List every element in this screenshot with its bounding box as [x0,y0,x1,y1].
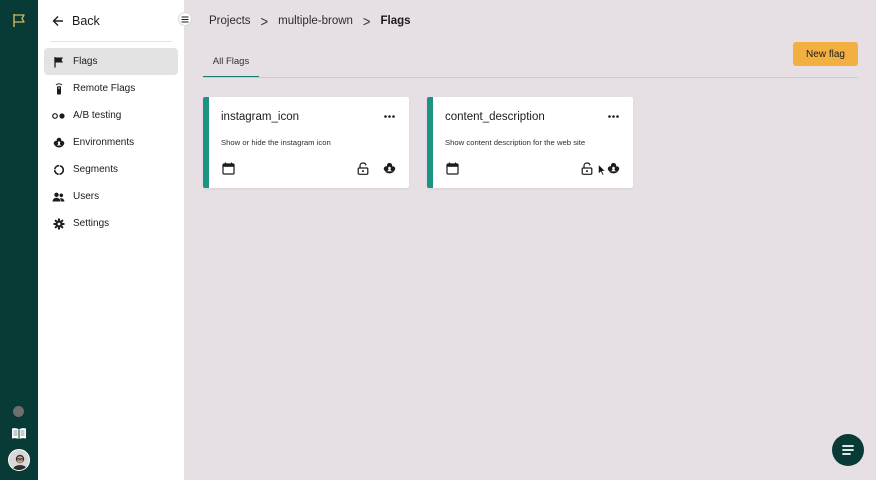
segments-icon [52,163,65,176]
back-button[interactable]: Back [52,12,100,30]
flag-outline-icon[interactable] [11,12,27,28]
breadcrumb: Projects > multiple-brown > Flags [209,12,411,30]
flag-name: instagram_icon [221,111,299,123]
flag-card[interactable]: instagram_icon Show or hide the instagra… [203,97,409,188]
more-options-icon[interactable] [382,109,396,123]
sidebar-item-environments[interactable]: Environments [44,129,178,156]
sidebar-item-label: Settings [73,218,110,229]
sidebar-item-label: Flags [73,56,98,67]
environments-icon[interactable] [383,162,396,175]
book-icon[interactable] [11,427,27,440]
calendar-icon[interactable] [222,162,235,175]
status-dot [13,406,24,417]
lock-open-icon[interactable] [357,162,369,175]
flag-icon [52,55,65,68]
mouse-cursor-icon [598,164,606,176]
sidebar-item-segments[interactable]: Segments [44,156,178,183]
sidebar-item-ab-testing[interactable]: A/B testing [44,102,178,129]
breadcrumb-separator: > [260,12,269,30]
sidebar-item-label: Environments [73,137,135,148]
main-content: Projects > multiple-brown > Flags All Fl… [185,0,876,480]
calendar-icon[interactable] [446,162,459,175]
new-flag-button[interactable]: New flag [793,42,858,66]
breadcrumb-separator: > [362,12,371,30]
remote-icon [52,82,65,95]
sidebar-item-label: Segments [73,164,119,175]
environments-icon [52,136,65,149]
sidebar-divider [50,41,172,42]
sidebar-nav: Flags Remote Flags A/B testing Environme… [44,48,178,237]
flag-name: content_description [445,111,545,123]
sidebar: Back Flags Remote Flags A/B testing Envi… [38,0,192,480]
sidebar-item-label: Users [73,191,100,202]
breadcrumb-project[interactable]: multiple-brown [278,15,353,27]
chat-button[interactable] [832,434,864,466]
sidebar-item-settings[interactable]: Settings [44,210,178,237]
sidebar-item-users[interactable]: Users [44,183,178,210]
users-icon [52,190,65,203]
sidebar-item-remote-flags[interactable]: Remote Flags [44,75,178,102]
breadcrumb-current: Flags [380,15,411,27]
app-rail [0,0,38,480]
sidebar-item-flags[interactable]: Flags [44,48,178,75]
lock-open-icon[interactable] [581,162,593,175]
user-avatar[interactable] [8,449,30,471]
sidebar-item-label: Remote Flags [73,83,136,94]
arrow-left-icon [52,16,63,26]
more-options-icon[interactable] [606,109,620,123]
tab-all-flags[interactable]: All Flags [203,47,259,78]
environments-icon[interactable] [607,162,620,175]
ab-testing-icon [52,109,65,122]
flag-description: Show content description for the web sit… [445,138,586,147]
tab-divider [203,77,858,78]
chat-icon [842,444,854,455]
sidebar-item-label: A/B testing [73,110,122,121]
flag-description: Show or hide the instagram icon [221,138,331,147]
breadcrumb-projects[interactable]: Projects [209,15,251,27]
back-label: Back [72,14,100,28]
gear-icon [52,217,65,230]
